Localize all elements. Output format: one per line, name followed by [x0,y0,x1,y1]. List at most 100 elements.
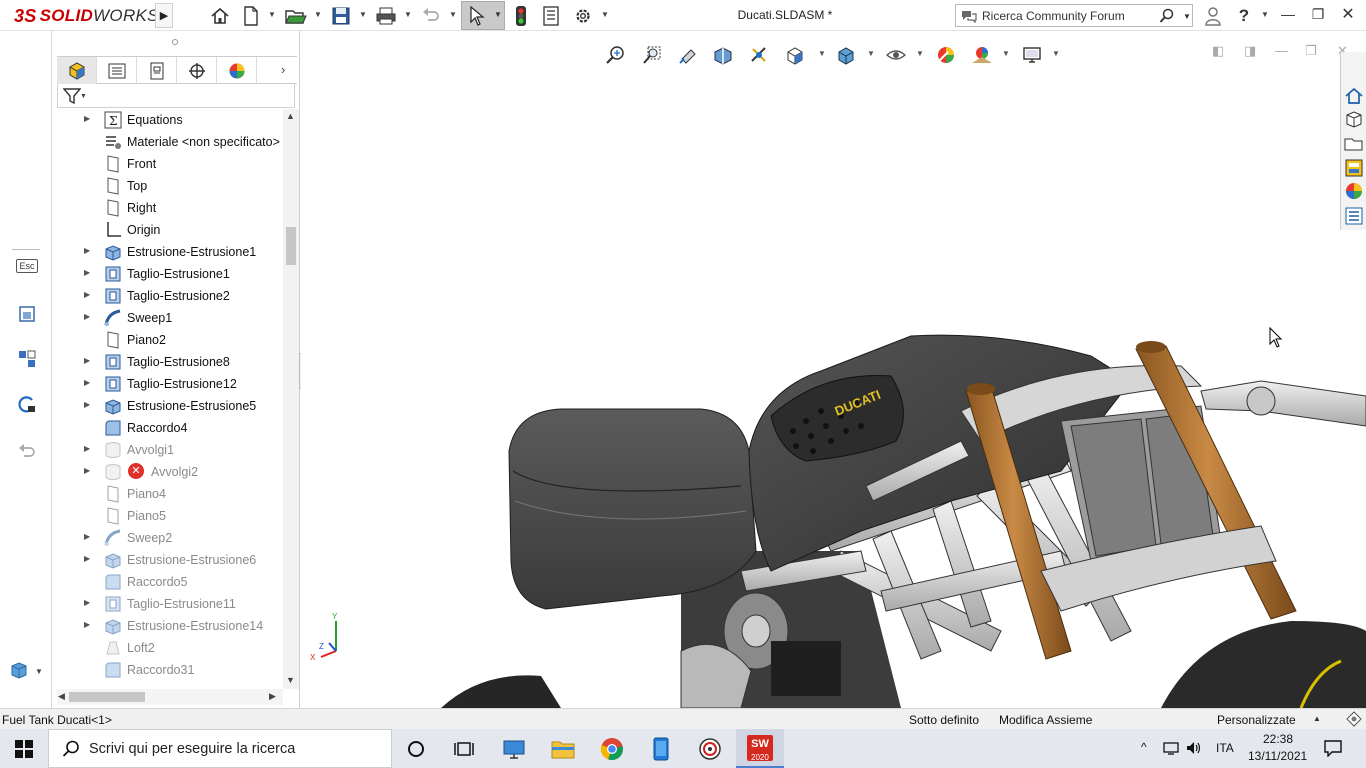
tab-scroll-right-icon[interactable]: › [281,62,285,77]
insert-component-icon[interactable] [16,303,38,325]
home-icon[interactable] [209,5,231,27]
tree-item[interactable]: ▶ Taglio-Estrusione1 [53,263,283,285]
panel-grip-handle[interactable] [172,39,178,45]
tab-dimxpert-manager[interactable] [177,57,217,84]
search-dropdown-caret[interactable]: ▼ [1183,12,1191,21]
tab-feature-manager[interactable] [57,57,97,84]
community-search-input[interactable]: Ricerca Community Forum ▼ [955,4,1193,27]
undo-dropdown-caret[interactable]: ▼ [449,10,457,19]
file-explorer-icon[interactable] [1344,134,1364,154]
tree-item[interactable]: Piano4 [53,483,283,505]
solidworks-resources-icon[interactable] [1344,86,1364,106]
menu-expand-button[interactable]: ▶ [155,3,173,28]
phone-app-icon[interactable] [647,735,675,763]
tree-item[interactable]: ▶ Taglio-Estrusione8 [53,351,283,373]
expand-arrow-icon[interactable]: ▶ [84,312,90,321]
expand-arrow-icon[interactable]: ▶ [84,356,90,365]
tab-configuration-manager[interactable] [137,57,177,84]
help-icon[interactable]: ? [1233,5,1255,27]
expand-arrow-icon[interactable]: ▶ [84,268,90,277]
file-properties-icon[interactable] [540,5,562,27]
tree-filter-bar[interactable]: ▼ [57,84,295,108]
display-style-caret[interactable]: ▼ [35,667,43,676]
tree-item[interactable]: Piano5 [53,505,283,527]
scroll-down-arrow[interactable]: ▼ [286,675,295,685]
save-dropdown-caret[interactable]: ▼ [359,10,367,19]
tree-item[interactable]: ▶ ✕ Avvolgi2 [53,461,283,483]
graphics-area[interactable]: ▼ ▼ ▼ ▼ ▼ ◧ ◨ — ❐ ✕ DUCATI Y X Z [301,31,1366,708]
tree-item[interactable]: Raccordo31 [53,659,283,681]
expand-arrow-icon[interactable]: ▶ [84,598,90,607]
tree-horizontal-scrollbar[interactable]: ◀ ▶ [57,689,283,705]
options-dropdown-caret[interactable]: ▼ [601,10,609,19]
open-dropdown-caret[interactable]: ▼ [314,10,322,19]
custom-properties-icon[interactable] [1344,206,1364,226]
remote-desktop-icon[interactable] [500,735,528,763]
tree-item[interactable]: ▶ Taglio-Estrusione12 [53,373,283,395]
tree-item[interactable]: ▶ Estrusione-Estrusione6 [53,549,283,571]
display-style-icon[interactable] [8,659,30,681]
view-palette-icon[interactable] [1344,158,1364,178]
tree-item[interactable]: Loft2 [53,637,283,659]
expand-arrow-icon[interactable]: ▶ [84,114,90,123]
filter-dropdown-caret[interactable]: ▼ [80,93,87,100]
rebuild-status-icon[interactable] [1346,711,1362,727]
help-dropdown-caret[interactable]: ▼ [1261,10,1269,19]
tree-item[interactable]: ▶ Σ Equations [53,109,283,131]
horizontal-scroll-thumb[interactable] [69,692,145,702]
print-icon[interactable] [375,5,397,27]
task-view-icon[interactable] [450,735,478,763]
undo-strip-icon[interactable] [16,440,38,462]
tree-item[interactable]: Raccordo5 [53,571,283,593]
file-explorer-taskbar-icon[interactable] [549,735,577,763]
notifications-icon[interactable] [1324,739,1342,757]
restore-window-button[interactable]: ❐ [1308,6,1328,23]
status-units-caret[interactable]: ▲ [1313,714,1321,723]
select-tool-button[interactable]: ▼ [461,1,505,30]
input-language[interactable]: ITA [1216,741,1234,755]
volume-icon[interactable] [1186,741,1202,755]
tree-item[interactable]: ▶ Sweep2 [53,527,283,549]
tree-item[interactable]: Origin [53,219,283,241]
open-folder-icon[interactable] [285,5,307,27]
tree-item[interactable]: Top [53,175,283,197]
appearances-scenes-icon[interactable] [1344,181,1364,201]
minimize-window-button[interactable]: — [1278,6,1298,22]
vertical-scroll-thumb[interactable] [286,227,296,265]
escape-icon[interactable]: Esc [16,255,38,277]
tree-vertical-scrollbar[interactable]: ▲ ▼ [283,109,299,689]
solidworks-taskbar-button[interactable]: SW 2020 [736,729,784,768]
show-hidden-icons-chevron[interactable]: ^ [1141,740,1147,754]
expand-arrow-icon[interactable]: ▶ [84,400,90,409]
media-player-icon[interactable] [696,735,724,763]
tree-item[interactable]: Raccordo4 [53,417,283,439]
clock-time[interactable]: 22:38 [1263,732,1293,746]
options-gear-icon[interactable] [572,5,594,27]
tree-item[interactable]: ▶ Estrusione-Estrusione5 [53,395,283,417]
rotate-lock-icon[interactable] [16,394,38,416]
tab-property-manager[interactable] [97,57,137,84]
tree-item[interactable]: ▶ Avvolgi1 [53,439,283,461]
expand-arrow-icon[interactable]: ▶ [84,466,90,475]
cortana-icon[interactable] [402,735,430,763]
tab-display-manager[interactable] [217,57,257,84]
tree-item[interactable]: Front [53,153,283,175]
close-window-button[interactable]: ✕ [1338,4,1358,24]
tree-item[interactable]: Materiale <non specificato> [53,131,283,153]
solidworks-logo[interactable]: 3S SOLID WORKS [14,4,159,28]
save-icon[interactable] [330,5,352,27]
tree-item[interactable]: ▶ Estrusione-Estrusione14 [53,615,283,637]
print-dropdown-caret[interactable]: ▼ [404,10,412,19]
tree-item[interactable]: ▶ Sweep1 [53,307,283,329]
tree-item[interactable]: ▶ Taglio-Estrusione2 [53,285,283,307]
undo-icon[interactable] [420,5,442,27]
tree-item[interactable]: Piano2 [53,329,283,351]
rebuild-traffic-light-icon[interactable] [510,5,532,27]
tree-item[interactable]: Right [53,197,283,219]
new-dropdown-caret[interactable]: ▼ [268,10,276,19]
expand-arrow-icon[interactable]: ▶ [84,378,90,387]
new-document-icon[interactable] [240,5,262,27]
status-units[interactable]: Personalizzate [1217,713,1296,727]
tree-item[interactable]: ▶ Taglio-Estrusione11 [53,593,283,615]
windows-start-icon[interactable] [10,735,38,763]
